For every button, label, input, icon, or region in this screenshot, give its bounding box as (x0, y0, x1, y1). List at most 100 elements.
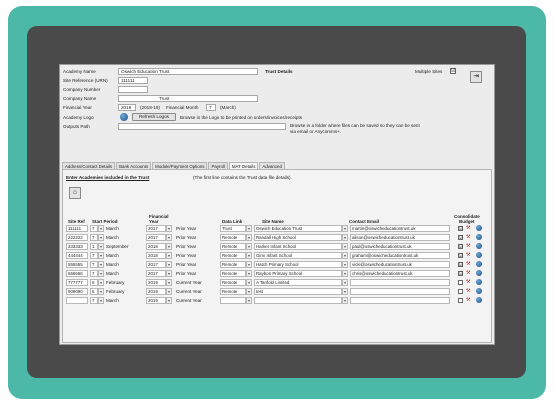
site-ref-field[interactable]: 111111 (118, 77, 148, 84)
consolidate-checkbox[interactable]: ☑ (458, 244, 463, 249)
year-dropdown-icon[interactable]: ▾ (166, 297, 172, 304)
site-name-cell[interactable]: Harker Infant School (254, 243, 342, 250)
data-link-cell[interactable]: Remote (220, 279, 246, 286)
tools-icon[interactable]: ⚒ (466, 270, 472, 276)
year-dropdown-icon[interactable]: ▾ (166, 270, 172, 277)
link-dropdown-icon[interactable]: ▾ (246, 261, 252, 268)
site-name-dropdown-icon[interactable]: ▾ (342, 243, 348, 250)
tools-icon[interactable]: ⚒ (466, 225, 472, 231)
exit-icon[interactable]: ⇥ (470, 71, 482, 83)
globe-icon[interactable] (476, 261, 482, 267)
site-name-dropdown-icon[interactable]: ▾ (342, 252, 348, 259)
consolidate-checkbox[interactable] (458, 280, 463, 285)
globe-icon[interactable] (476, 252, 482, 258)
start-period-cell[interactable]: 7 (90, 297, 98, 304)
year-dropdown-icon[interactable]: ▾ (166, 288, 172, 295)
year-dropdown-icon[interactable]: ▾ (166, 261, 172, 268)
start-period-cell[interactable]: 6 (90, 279, 98, 286)
site-name-dropdown-icon[interactable]: ▾ (342, 234, 348, 241)
site-ref-cell[interactable]: 777777 (66, 279, 88, 286)
site-ref-cell[interactable] (66, 297, 88, 304)
site-name-dropdown-icon[interactable]: ▾ (342, 270, 348, 277)
financial-year-cell[interactable]: 2017 (146, 225, 166, 232)
globe-icon[interactable] (476, 288, 482, 294)
period-dropdown-icon[interactable]: ▾ (98, 252, 104, 259)
logo-globe-icon[interactable] (120, 113, 128, 121)
year-dropdown-icon[interactable]: ▾ (166, 225, 172, 232)
data-link-cell[interactable]: Remote (220, 243, 246, 250)
tools-icon[interactable]: ⚒ (466, 261, 472, 267)
start-period-cell[interactable]: 6 (90, 288, 98, 295)
site-ref-cell[interactable]: 666666 (66, 270, 88, 277)
site-name-cell[interactable] (254, 297, 342, 304)
tools-icon[interactable]: ⚒ (466, 252, 472, 258)
site-name-cell[interactable]: Hatch Primary School (254, 261, 342, 268)
data-link-cell[interactable]: Remote (220, 234, 246, 241)
site-name-cell[interactable]: Randall High School (254, 234, 342, 241)
financial-year-cell[interactable]: 2017 (146, 234, 166, 241)
contact-email-cell[interactable]: graham@oswicheducationtrust.uk (350, 252, 450, 259)
start-period-cell[interactable]: 7 (90, 270, 98, 277)
globe-icon[interactable] (476, 234, 482, 240)
data-link-cell[interactable]: Remote (220, 270, 246, 277)
financial-year-cell[interactable]: 2019 (146, 279, 166, 286)
outputs-path-field[interactable] (118, 123, 286, 130)
link-dropdown-icon[interactable]: ▾ (246, 252, 252, 259)
contact-email-cell[interactable]: paul@oswicheducationtrust.uk (350, 243, 450, 250)
data-link-cell[interactable]: Remote (220, 261, 246, 268)
site-ref-cell[interactable]: 909090 (66, 288, 88, 295)
site-name-dropdown-icon[interactable]: ▾ (342, 225, 348, 232)
link-dropdown-icon[interactable]: ▾ (246, 225, 252, 232)
data-link-cell[interactable]: Trust (220, 225, 246, 232)
site-name-dropdown-icon[interactable]: ▾ (342, 261, 348, 268)
financial-year-cell[interactable]: 2019 (146, 288, 166, 295)
site-ref-cell[interactable]: 555555 (66, 261, 88, 268)
period-dropdown-icon[interactable]: ▾ (98, 270, 104, 277)
tools-icon[interactable]: ⚒ (466, 279, 472, 285)
site-name-cell[interactable]: Oswich Education Trust (254, 225, 342, 232)
site-ref-cell[interactable]: 111111 (66, 225, 88, 232)
link-dropdown-icon[interactable]: ▾ (246, 279, 252, 286)
consolidate-checkbox[interactable]: ☑ (458, 271, 463, 276)
data-link-cell[interactable] (220, 297, 246, 304)
consolidate-checkbox[interactable] (458, 289, 463, 294)
site-name-cell[interactable]: Raybon Primary School (254, 270, 342, 277)
financial-year-cell[interactable]: 2017 (146, 270, 166, 277)
start-period-cell[interactable]: 7 (90, 234, 98, 241)
consolidate-checkbox[interactable]: ☑ (458, 226, 463, 231)
academy-name-field[interactable]: Oswich Education Trust (118, 68, 258, 75)
link-dropdown-icon[interactable]: ▾ (246, 270, 252, 277)
globe-icon[interactable] (476, 225, 482, 231)
refresh-logos-button[interactable]: Refresh Logos (132, 113, 176, 121)
period-dropdown-icon[interactable]: ▾ (98, 297, 104, 304)
data-link-cell[interactable]: Remote (220, 252, 246, 259)
consolidate-checkbox[interactable] (458, 298, 463, 303)
link-dropdown-icon[interactable]: ▾ (246, 243, 252, 250)
contact-email-cell[interactable] (350, 297, 450, 304)
globe-icon[interactable] (476, 270, 482, 276)
financial-month-field[interactable]: 7 (206, 104, 216, 111)
tools-icon[interactable]: ⚒ (466, 234, 472, 240)
link-dropdown-icon[interactable]: ▾ (246, 297, 252, 304)
tools-icon[interactable]: ⚒ (466, 243, 472, 249)
company-name-field[interactable]: Trust (118, 95, 258, 102)
period-dropdown-icon[interactable]: ▾ (98, 225, 104, 232)
globe-icon[interactable] (476, 279, 482, 285)
link-dropdown-icon[interactable]: ▾ (246, 234, 252, 241)
contact-email-cell[interactable]: chris@oswicheducationtrust.uk (350, 270, 450, 277)
year-dropdown-icon[interactable]: ▾ (166, 243, 172, 250)
period-dropdown-icon[interactable]: ▾ (98, 234, 104, 241)
period-dropdown-icon[interactable]: ▾ (98, 243, 104, 250)
site-name-cell[interactable]: A Tanfold Limited (254, 279, 342, 286)
site-name-dropdown-icon[interactable]: ▾ (342, 297, 348, 304)
period-dropdown-icon[interactable]: ▾ (98, 279, 104, 286)
company-number-field[interactable] (118, 86, 148, 93)
financial-year-cell[interactable]: 2019 (146, 297, 166, 304)
tools-icon[interactable]: ⚒ (466, 297, 472, 303)
start-period-cell[interactable]: 7 (90, 225, 98, 232)
site-name-cell[interactable]: Ginn Infant School (254, 252, 342, 259)
contact-email-cell[interactable]: vicki@oswicheducationtrust.uk (350, 261, 450, 268)
contact-email-cell[interactable]: martin@oswicheducationtrust.uk (350, 225, 450, 232)
consolidate-checkbox[interactable]: ☑ (458, 262, 463, 267)
site-ref-cell[interactable]: 222222 (66, 234, 88, 241)
